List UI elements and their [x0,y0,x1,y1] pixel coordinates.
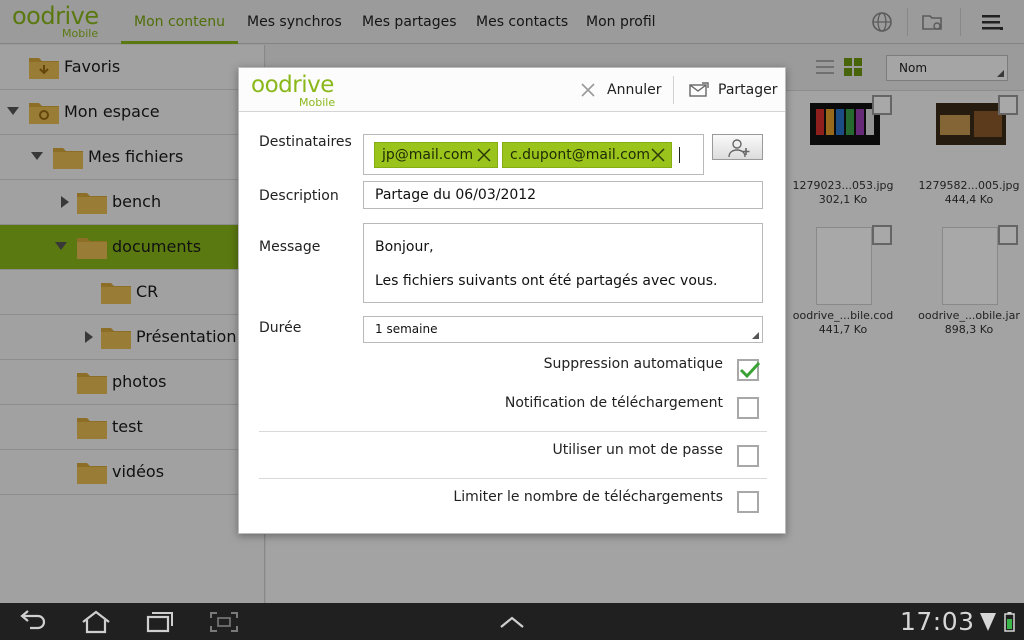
download-limit-checkbox[interactable] [737,491,759,513]
download-notification-label: Notification de téléchargement [504,395,723,411]
close-icon [581,83,595,97]
dialog-logo-text: oodrive [251,72,334,98]
password-checkbox[interactable] [737,445,759,467]
checkmark-icon [739,361,761,379]
duration-label: Durée [259,320,302,336]
recipient-email: jp@mail.com [382,147,474,163]
duration-select[interactable]: 1 semaine [363,316,763,343]
password-label: Utiliser un mot de passe [552,442,723,458]
message-line: Bonjour, [375,239,434,255]
dropdown-corner-icon [752,332,759,339]
duration-value: 1 semaine [375,322,438,336]
message-field[interactable]: Bonjour, Les fichiers suivants ont été p… [363,223,763,303]
dialog-header: oodrive Mobile Annuler Partager [239,68,785,112]
dialog-logo: oodrive Mobile [251,72,351,109]
signal-battery-icon[interactable] [978,611,1020,633]
home-icon[interactable] [80,610,112,634]
message-line: Les fichiers suivants ont été partagés a… [375,273,718,289]
remove-recipient-icon[interactable] [651,148,665,162]
clock: 17:03 [900,607,975,636]
recipient-chip[interactable]: c.dupont@mail.com [502,142,672,168]
recipients-label: Destinataires [259,134,352,150]
auto-delete-checkbox[interactable] [737,359,761,381]
share-button[interactable]: Partager [687,68,785,112]
download-limit-label: Limiter le nombre de téléchargements [453,489,723,505]
add-person-icon [728,139,750,158]
share-envelope-icon [689,82,709,97]
cancel-button[interactable]: Annuler [579,68,669,112]
share-label: Partager [718,82,778,98]
divider [259,478,767,479]
download-notification-checkbox[interactable] [737,397,759,419]
system-navigation-bar: 17:03 [0,603,1024,640]
cancel-label: Annuler [607,82,662,98]
add-contact-button[interactable] [712,134,763,160]
share-dialog: oodrive Mobile Annuler Partager Destinat… [238,67,786,534]
recent-apps-icon[interactable] [144,610,176,634]
dialog-logo-subtext: Mobile [299,96,336,109]
text-cursor [679,147,680,163]
remove-recipient-icon[interactable] [477,148,491,162]
recipient-email: c.dupont@mail.com [510,147,651,163]
screenshot-icon[interactable] [208,610,240,634]
recipient-chip[interactable]: jp@mail.com [374,142,498,168]
recipients-field[interactable]: jp@mail.com c.dupont@mail.com [363,134,704,175]
auto-delete-label: Suppression automatique [543,356,723,372]
divider [259,431,767,432]
back-icon[interactable] [16,610,48,634]
description-field[interactable]: Partage du 06/03/2012 [363,181,763,209]
description-label: Description [259,188,339,204]
chevron-up-icon[interactable] [496,610,528,634]
message-label: Message [259,239,321,255]
